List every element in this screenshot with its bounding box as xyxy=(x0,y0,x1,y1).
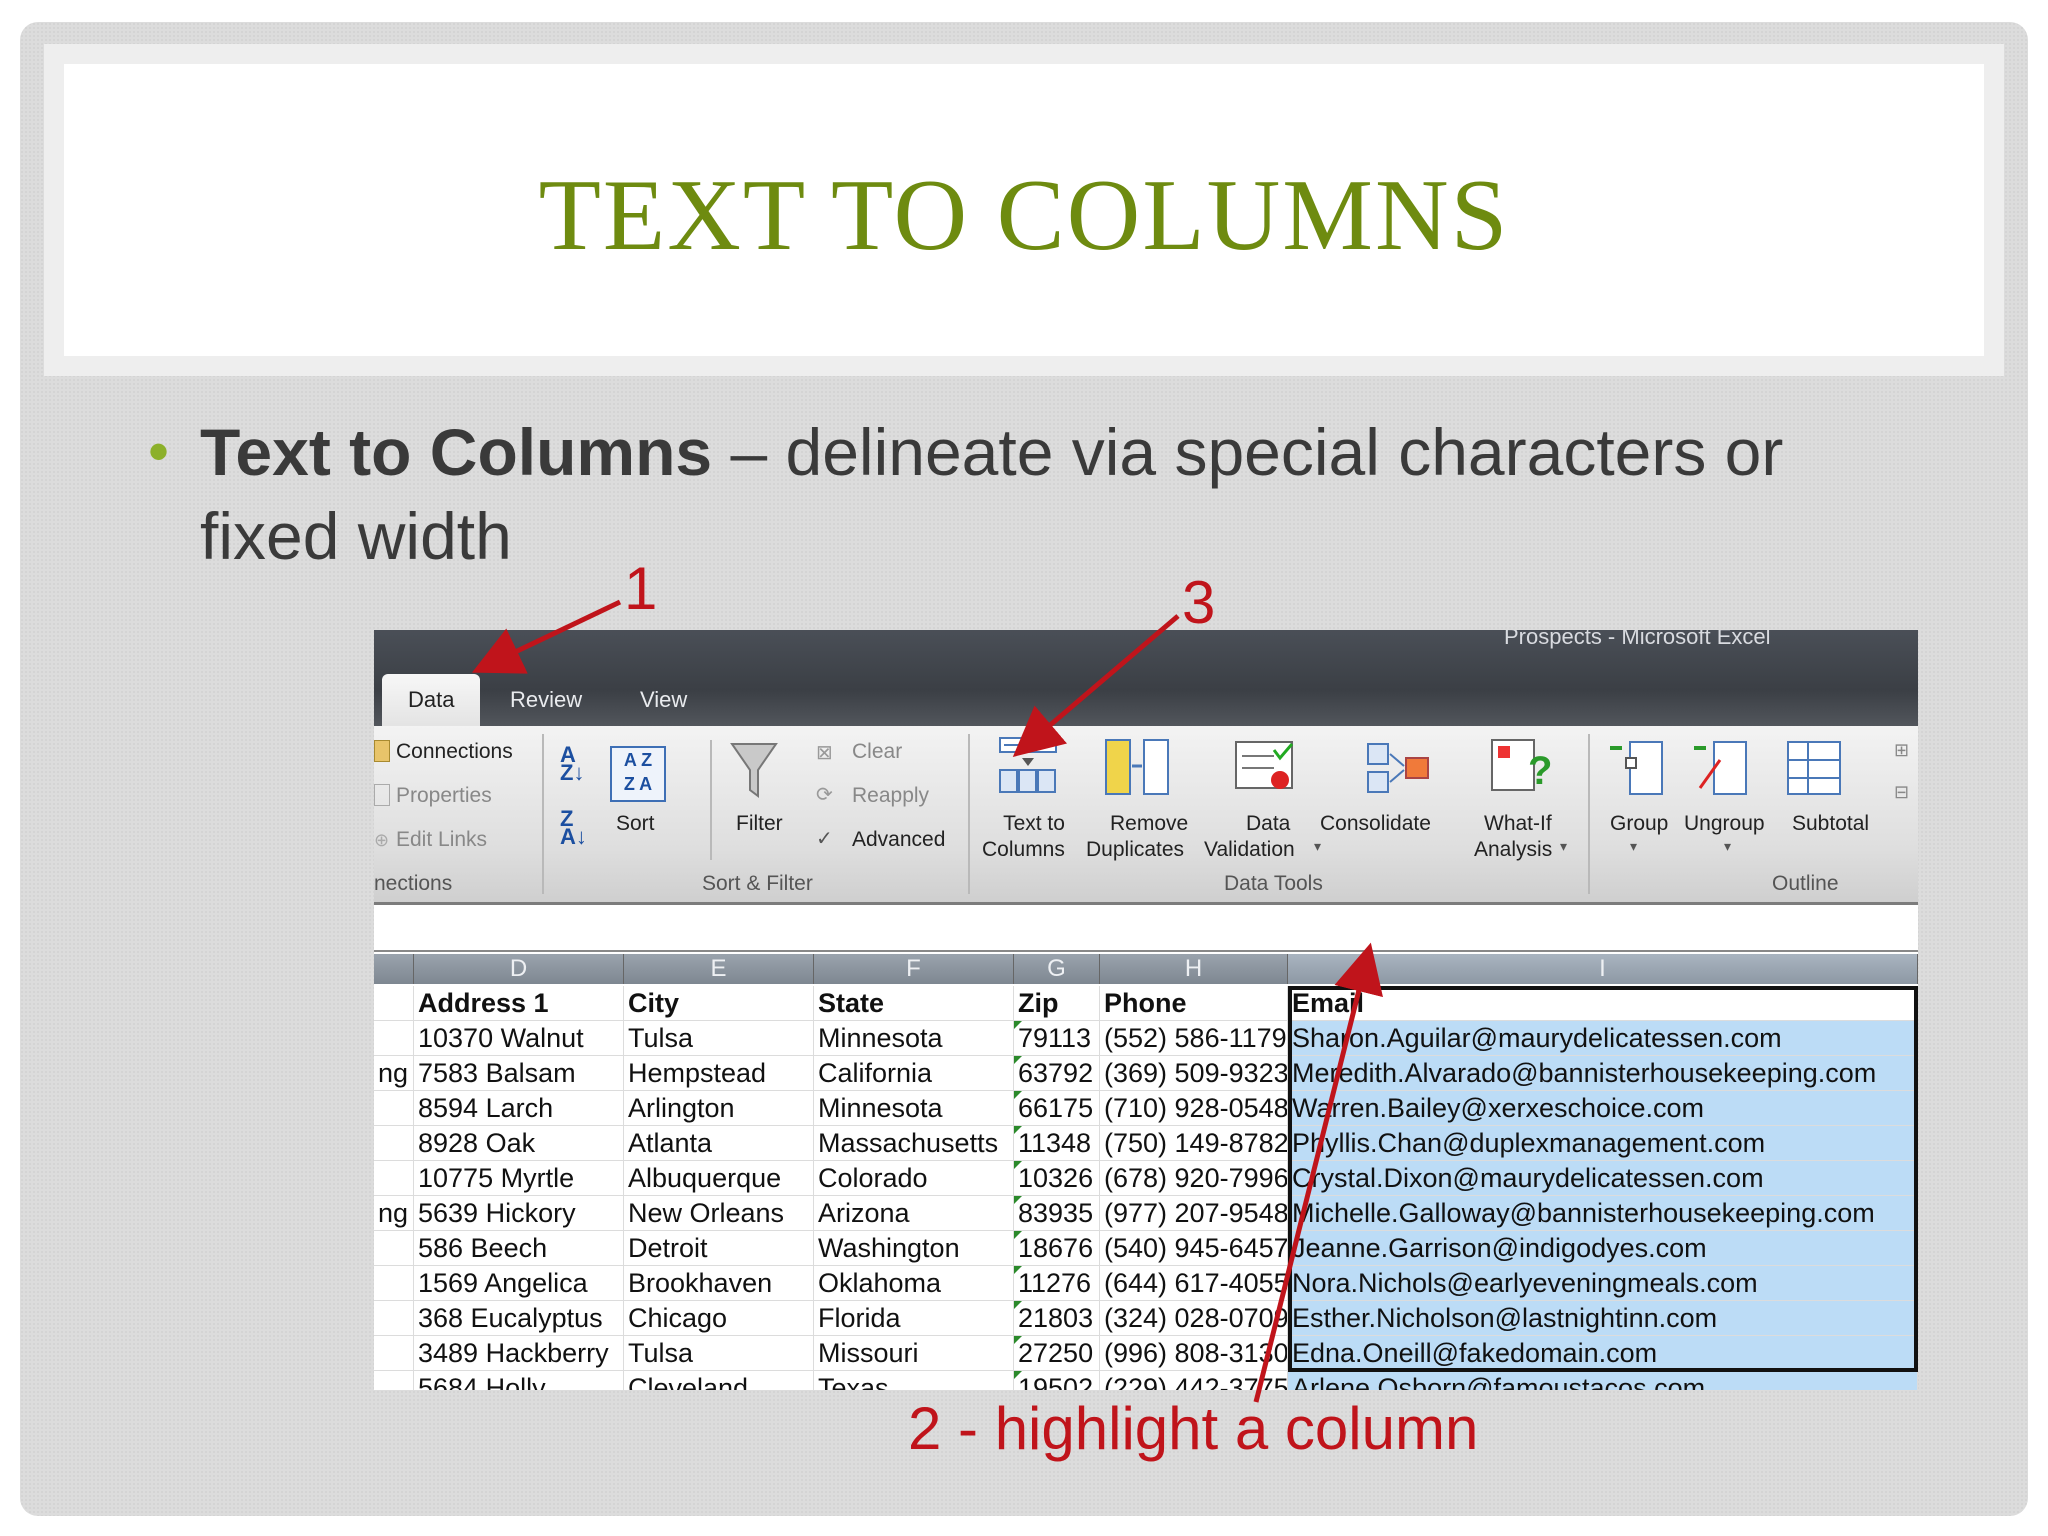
slide: TEXT TO COLUMNS • Text to Columns – deli… xyxy=(20,22,2028,1516)
arrow-2 xyxy=(1253,942,1383,1403)
annotation-arrows xyxy=(471,599,1383,1403)
arrow-1 xyxy=(471,599,622,674)
arrow-3 xyxy=(1012,614,1180,757)
